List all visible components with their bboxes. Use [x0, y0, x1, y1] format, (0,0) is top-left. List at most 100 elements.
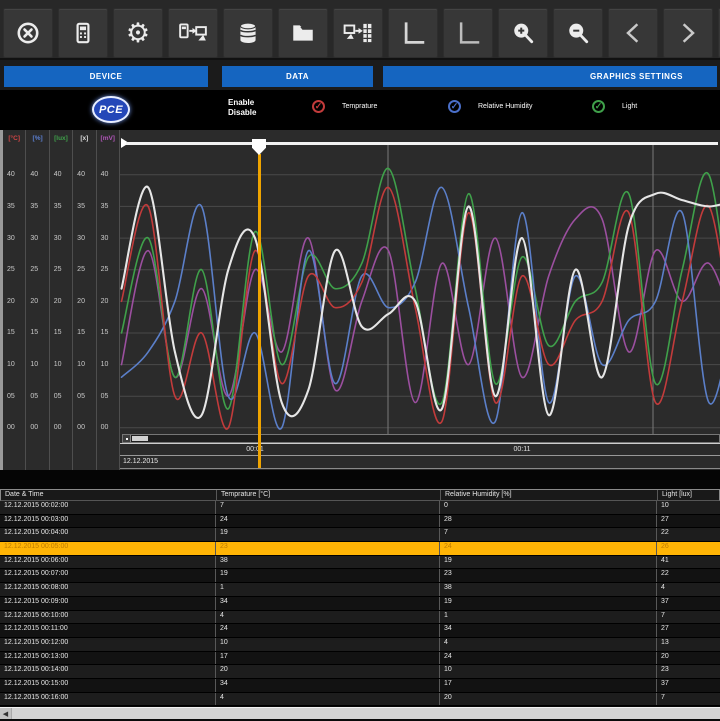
main-toolbar: ⚙ — [0, 0, 720, 60]
cell-datetime: 12.12.2015 00:14:00 — [0, 665, 216, 678]
axis-tick: 15 — [73, 317, 95, 349]
cell-datetime: 12.12.2015 00:02:00 — [0, 501, 216, 514]
column-header-temperature[interactable]: Temprature [°C] — [217, 490, 441, 500]
cell-humidity: 23 — [440, 569, 657, 582]
cell-temperature: 1 — [216, 583, 440, 596]
axis-tick: 25 — [3, 254, 25, 286]
cell-light: 26 — [657, 542, 720, 555]
open-file-button[interactable] — [278, 8, 328, 58]
axis-tool-left-button[interactable] — [388, 8, 438, 58]
pce-logo: PCE — [92, 96, 130, 123]
cell-datetime: 12.12.2015 00:05:00 — [0, 542, 216, 555]
light-checkbox[interactable]: ✓ — [592, 100, 605, 113]
next-button[interactable] — [663, 8, 713, 58]
zoom-out-icon — [564, 19, 592, 47]
light-label: Light — [622, 103, 637, 110]
axis-tick: 10 — [97, 349, 119, 381]
cell-temperature: 34 — [216, 597, 440, 610]
read-from-device-button[interactable] — [168, 8, 218, 58]
cell-humidity: 20 — [440, 693, 657, 706]
zoom-out-button[interactable] — [553, 8, 603, 58]
axis-tool-bottom-button[interactable] — [443, 8, 493, 58]
device-button[interactable] — [58, 8, 108, 58]
cell-temperature: 10 — [216, 638, 440, 651]
cell-datetime: 12.12.2015 00:15:00 — [0, 679, 216, 692]
cell-temperature: 4 — [216, 611, 440, 624]
table-row[interactable]: 12.12.2015 00:11:00 24 34 27 — [0, 624, 720, 638]
axis-tick: 15 — [26, 317, 48, 349]
axis-tick: 25 — [26, 254, 48, 286]
axis-tick: 25 — [50, 254, 72, 286]
table-row[interactable]: 12.12.2015 00:04:00 19 7 22 — [0, 528, 720, 542]
time-slider-track[interactable] — [126, 142, 718, 145]
table-row[interactable]: 12.12.2015 00:02:00 7 0 10 — [0, 501, 720, 515]
database-icon — [235, 20, 261, 46]
cell-humidity: 4 — [440, 638, 657, 651]
axis-tick: 05 — [50, 380, 72, 412]
scrollbar-thumb[interactable] — [132, 436, 148, 441]
cell-temperature: 24 — [216, 515, 440, 528]
database-button[interactable] — [223, 8, 273, 58]
cell-datetime: 12.12.2015 00:04:00 — [0, 528, 216, 541]
settings-button[interactable]: ⚙ — [113, 8, 163, 58]
chart-horizontal-scrollbar[interactable] — [122, 434, 720, 443]
table-horizontal-scrollbar[interactable]: ◀ — [0, 707, 720, 719]
table-row[interactable]: 12.12.2015 00:03:00 24 28 27 — [0, 515, 720, 529]
chart-cursor[interactable] — [258, 154, 261, 468]
scrollbar-home-icon[interactable] — [123, 435, 131, 442]
tab-graphics-settings[interactable]: GRAPHICS SETTINGS — [383, 66, 717, 87]
close-button[interactable] — [3, 8, 53, 58]
date-label: 12.12.2015 — [123, 458, 158, 465]
cell-datetime: 12.12.2015 00:13:00 — [0, 652, 216, 665]
cell-light: 20 — [657, 652, 720, 665]
column-header-light[interactable]: Light [lux] — [658, 490, 719, 500]
data-table: Date & Time Temprature [°C] Relative Hum… — [0, 489, 720, 707]
cell-light: 23 — [657, 665, 720, 678]
axis-corner-icon — [398, 18, 428, 48]
humidity-checkbox[interactable]: ✓ — [448, 100, 461, 113]
channel-bar: PCE Enable Disable ✓ Temprature ✓ Relati… — [0, 90, 720, 130]
cell-temperature: 4 — [216, 693, 440, 706]
cell-datetime: 12.12.2015 00:10:00 — [0, 611, 216, 624]
tab-data[interactable]: DATA — [222, 66, 373, 87]
pce-logger-app: { "toolbar": { "buttons": [ {"name":"clo… — [0, 0, 720, 720]
export-to-table-button[interactable] — [333, 8, 383, 58]
cell-humidity: 17 — [440, 679, 657, 692]
axis-tick: 00 — [3, 412, 25, 444]
zoom-in-button[interactable] — [498, 8, 548, 58]
table-row[interactable]: 12.12.2015 00:07:00 19 23 22 — [0, 569, 720, 583]
humidity-label: Relative Humidity — [478, 103, 532, 110]
cell-humidity: 28 — [440, 515, 657, 528]
table-row[interactable]: 12.12.2015 00:15:00 34 17 37 — [0, 679, 720, 693]
table-row[interactable]: 12.12.2015 00:12:00 10 4 13 — [0, 638, 720, 652]
cell-datetime: 12.12.2015 00:07:00 — [0, 569, 216, 582]
tab-device[interactable]: DEVICE — [4, 66, 208, 87]
channel-humidity: ✓ Relative Humidity — [448, 100, 532, 113]
table-row[interactable]: 12.12.2015 00:13:00 17 24 20 — [0, 652, 720, 666]
axis-tick: 35 — [26, 191, 48, 223]
table-row[interactable]: 12.12.2015 00:16:00 4 20 7 — [0, 693, 720, 707]
table-row[interactable]: 12.12.2015 00:06:00 38 19 41 — [0, 556, 720, 570]
table-row[interactable]: 12.12.2015 00:08:00 1 38 4 — [0, 583, 720, 597]
cell-datetime: 12.12.2015 00:11:00 — [0, 624, 216, 637]
axis-tick: 30 — [50, 222, 72, 254]
scroll-left-arrow-icon[interactable]: ◀ — [0, 708, 12, 719]
cell-light: 22 — [657, 528, 720, 541]
axis-tick: 40 — [50, 159, 72, 191]
temperature-checkbox[interactable]: ✓ — [312, 100, 325, 113]
table-row[interactable]: 12.12.2015 00:10:00 4 1 7 — [0, 611, 720, 625]
previous-button[interactable] — [608, 8, 658, 58]
axis-tick: 00 — [26, 412, 48, 444]
screen-to-table-icon — [343, 20, 373, 46]
table-row[interactable]: 12.12.2015 00:14:00 20 10 23 — [0, 665, 720, 679]
folder-icon — [290, 20, 316, 46]
tab-data-label: DATA — [286, 72, 309, 81]
table-row[interactable]: 12.12.2015 00:09:00 34 19 37 — [0, 597, 720, 611]
axis-tick: 05 — [73, 380, 95, 412]
axis-corner-icon — [453, 18, 483, 48]
column-header-humidity[interactable]: Relative Humidity [%] — [441, 490, 658, 500]
column-header-datetime[interactable]: Date & Time — [1, 490, 217, 500]
table-row[interactable]: 12.12.2015 00:05:00 23 24 26 — [0, 542, 720, 556]
axis-tick: 05 — [26, 380, 48, 412]
chart-plot[interactable]: 00:01 00:11 12.12.2015 — [120, 130, 720, 470]
